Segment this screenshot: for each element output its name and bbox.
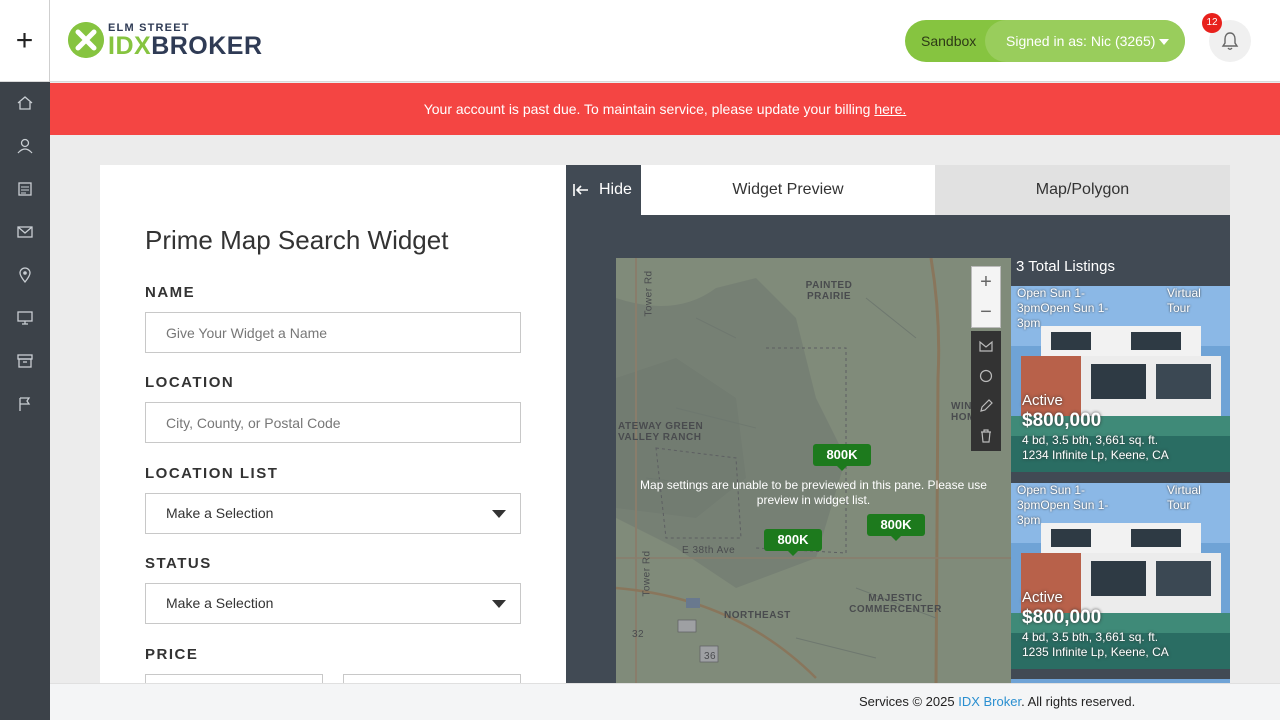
listings-icon[interactable] bbox=[15, 179, 35, 199]
status-select[interactable]: Make a Selection bbox=[145, 583, 521, 624]
footer-prefix: Services © 2025 bbox=[859, 694, 955, 709]
status-label: STATUS bbox=[145, 555, 212, 572]
status-value: Make a Selection bbox=[166, 595, 274, 611]
footer-suffix: . All rights reserved. bbox=[1021, 694, 1136, 709]
edit-pen-icon[interactable] bbox=[971, 391, 1001, 421]
billing-link[interactable]: here. bbox=[874, 101, 906, 117]
listing-status: Active bbox=[1022, 392, 1063, 409]
map-preview-message: Map settings are unable to be previewed … bbox=[640, 478, 987, 507]
map-disabled-overlay bbox=[616, 258, 1011, 683]
sandbox-label[interactable]: Sandbox bbox=[921, 20, 976, 62]
price-label: PRICE bbox=[145, 646, 199, 663]
listing-address: 1235 Infinite Lp, Keene, CA bbox=[1022, 645, 1169, 659]
widget-name-input[interactable] bbox=[145, 312, 521, 353]
location-list-select[interactable]: Make a Selection bbox=[145, 493, 521, 534]
dropdown-arrow-icon bbox=[492, 510, 506, 518]
archive-icon[interactable] bbox=[15, 351, 35, 371]
add-button[interactable]: + bbox=[0, 0, 50, 82]
home-icon[interactable] bbox=[15, 93, 35, 113]
widget-form-panel: Prime Map Search Widget NAME LOCATION LO… bbox=[100, 165, 566, 683]
user-icon[interactable] bbox=[15, 136, 35, 156]
tab-widget-preview[interactable]: Widget Preview bbox=[641, 165, 935, 215]
account-pill: Sandbox Signed in as: Nic (3265) bbox=[905, 20, 1185, 62]
idx-broker-link[interactable]: IDX Broker bbox=[958, 694, 1021, 709]
tab-map-polygon[interactable]: Map/Polygon bbox=[935, 165, 1230, 215]
past-due-alert: Your account is past due. To maintain se… bbox=[50, 83, 1280, 135]
notification-badge: 12 bbox=[1202, 13, 1222, 33]
footer-text: Services © 2025 IDX Broker. All rights r… bbox=[859, 684, 1135, 720]
listing-details: 4 bd, 3.5 bth, 3,661 sq. ft. bbox=[1022, 630, 1159, 644]
listing-price: $800,000 bbox=[1022, 410, 1102, 431]
dropdown-arrow-icon bbox=[492, 600, 506, 608]
logo-broker: BROKER bbox=[151, 32, 263, 60]
name-label: NAME bbox=[145, 284, 196, 301]
trash-icon[interactable] bbox=[971, 421, 1001, 451]
listing-card[interactable]: Open Sun 1-3pmOpen Sun 1-3pm Virtual Tou… bbox=[1011, 286, 1230, 472]
idx-broker-logo[interactable]: ELM STREET IDXBROKER bbox=[68, 22, 268, 62]
virtual-tour-label[interactable]: Virtual Tour bbox=[1167, 483, 1227, 513]
open-house-label: Open Sun 1-3pmOpen Sun 1-3pm bbox=[1017, 286, 1109, 330]
zoom-out-button[interactable]: − bbox=[972, 297, 1000, 327]
user-menu-button[interactable]: Signed in as: Nic (3265) bbox=[985, 20, 1185, 62]
location-input[interactable] bbox=[145, 402, 521, 443]
sidebar bbox=[0, 82, 50, 720]
widget-preview-panel: Hide Widget Preview Map/Polygon PAINTED … bbox=[566, 165, 1230, 683]
map-preview[interactable]: PAINTED PRAIRIE ATEWAY GREEN VALLEY RANC… bbox=[616, 258, 1011, 683]
map-pin-icon[interactable] bbox=[15, 265, 35, 285]
flag-icon[interactable] bbox=[15, 394, 35, 414]
zoom-control: + − bbox=[971, 266, 1001, 328]
logo-wordmark: IDXBROKER bbox=[108, 32, 263, 61]
top-header: + ELM STREET IDXBROKER Sandbox Signed in… bbox=[0, 0, 1280, 82]
mail-icon[interactable] bbox=[15, 222, 35, 242]
monitor-icon[interactable] bbox=[15, 308, 35, 328]
signed-in-label: Signed in as: Nic (3265) bbox=[1006, 33, 1156, 49]
location-list-label: LOCATION LIST bbox=[145, 465, 279, 482]
price-min-input[interactable] bbox=[145, 674, 323, 683]
total-listings: 3 Total Listings bbox=[1016, 258, 1115, 275]
location-list-value: Make a Selection bbox=[166, 505, 274, 521]
draw-toolbar bbox=[971, 331, 1001, 451]
zoom-in-button[interactable]: + bbox=[972, 267, 1000, 297]
listing-address: 1234 Infinite Lp, Keene, CA bbox=[1022, 448, 1169, 462]
map-marker[interactable]: 800K bbox=[867, 514, 925, 541]
polygon-draw-icon[interactable] bbox=[971, 331, 1001, 361]
virtual-tour-label[interactable]: Virtual Tour bbox=[1167, 286, 1227, 316]
collapse-left-icon bbox=[573, 184, 588, 196]
listing-status: Active bbox=[1022, 589, 1063, 606]
open-house-label: Open Sun 1-3pmOpen Sun 1-3pm bbox=[1017, 483, 1109, 527]
form-title: Prime Map Search Widget bbox=[145, 225, 449, 255]
hide-button[interactable]: Hide bbox=[566, 165, 641, 215]
hide-label: Hide bbox=[599, 181, 632, 198]
listing-price: $800,000 bbox=[1022, 607, 1102, 628]
logo-idx: IDX bbox=[108, 32, 152, 60]
caret-down-icon bbox=[1159, 39, 1170, 46]
circle-draw-icon[interactable] bbox=[971, 361, 1001, 391]
listing-card[interactable]: Open Sun 1-3pmOpen Sun 1-3pm Virtual Tou… bbox=[1011, 483, 1230, 669]
price-max-input[interactable] bbox=[343, 674, 521, 683]
footer: Services © 2025 IDX Broker. All rights r… bbox=[50, 683, 1280, 720]
listing-details: 4 bd, 3.5 bth, 3,661 sq. ft. bbox=[1022, 433, 1159, 447]
location-label: LOCATION bbox=[145, 374, 235, 391]
map-marker[interactable]: 800K bbox=[813, 444, 871, 471]
bell-icon bbox=[1221, 32, 1239, 50]
logo-mark-icon bbox=[68, 22, 104, 58]
map-marker[interactable]: 800K bbox=[764, 529, 822, 556]
alert-message: Your account is past due. To maintain se… bbox=[423, 101, 871, 117]
